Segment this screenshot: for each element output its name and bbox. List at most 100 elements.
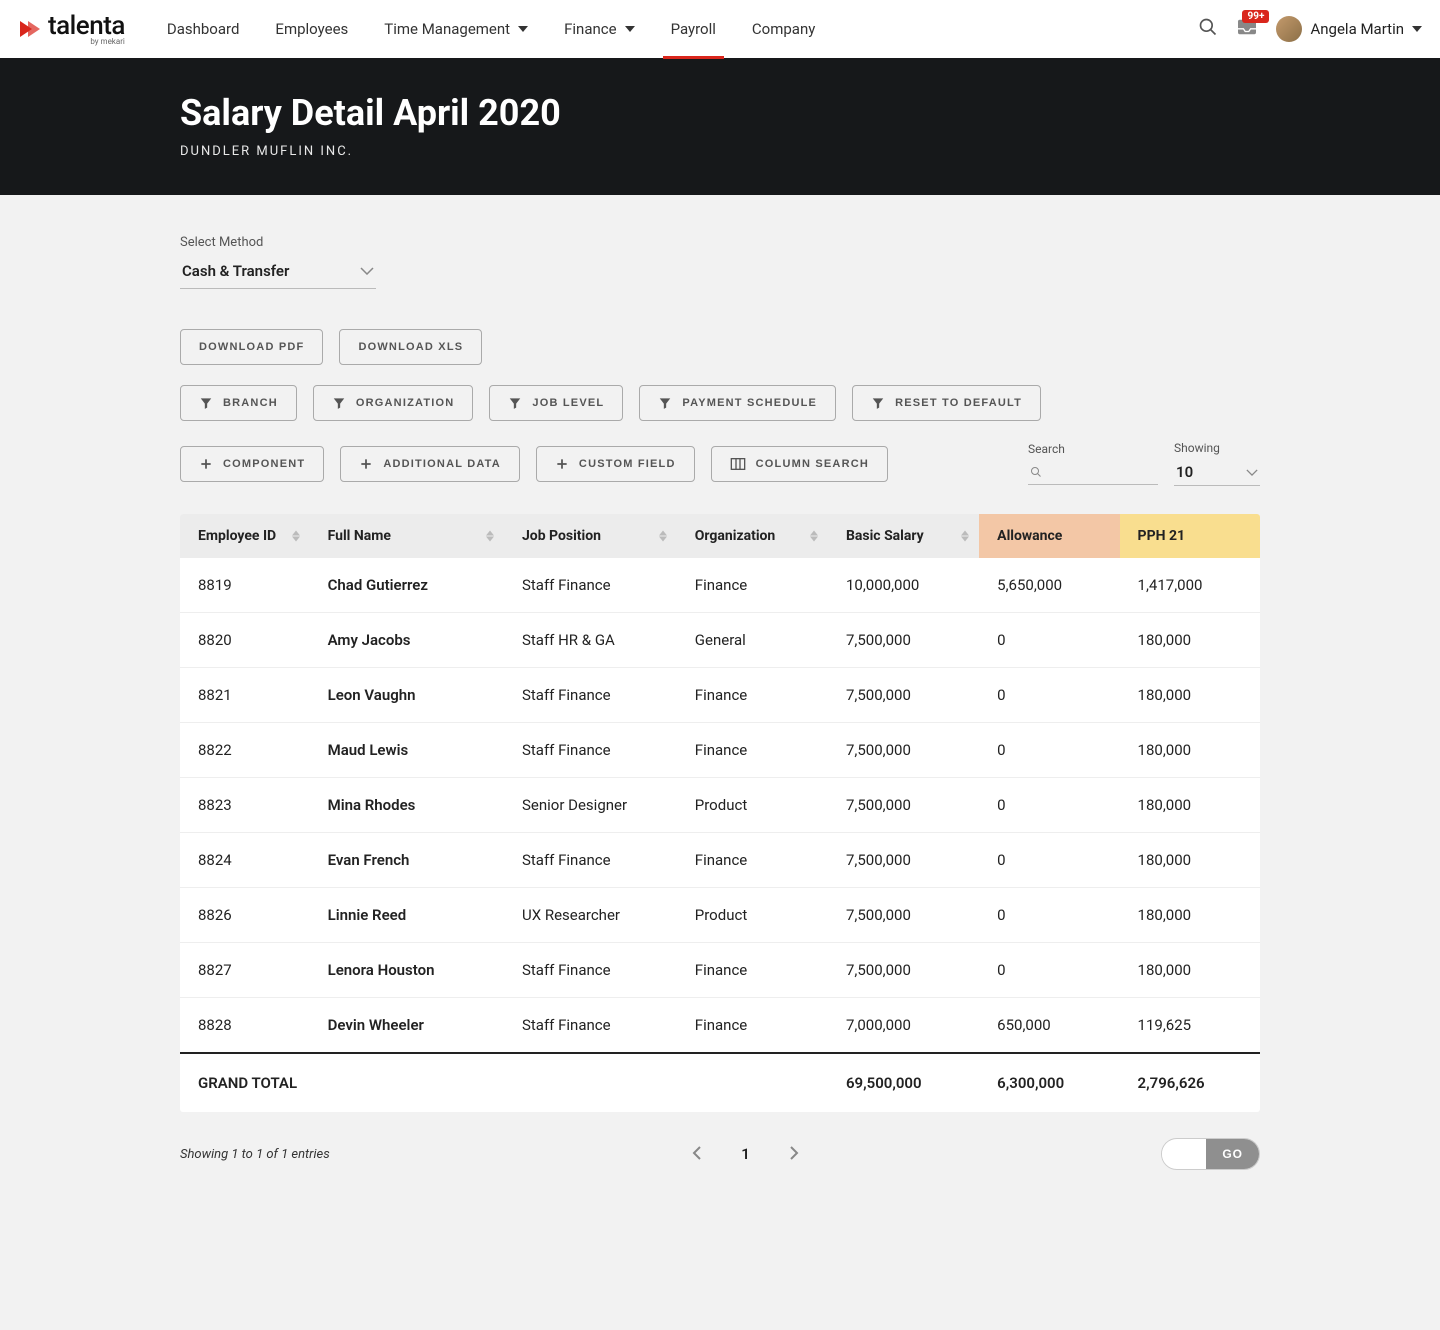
search-icon: [1198, 17, 1218, 37]
component-button[interactable]: COMPONENT: [180, 446, 324, 482]
cell-pph21: 180,000: [1120, 613, 1260, 668]
sort-icon: [810, 531, 818, 542]
select-method-label: Select Method: [180, 235, 1260, 250]
cell-employee-id: 8821: [180, 668, 310, 723]
filter-organization-button[interactable]: ORGANIZATION: [313, 385, 474, 421]
cell-basic-salary: 7,500,000: [828, 833, 979, 888]
user-menu[interactable]: Angela Martin: [1276, 16, 1422, 42]
download-xls-button[interactable]: DOWNLOAD XLS: [339, 329, 482, 365]
pagination-go: GO: [1161, 1138, 1260, 1170]
filter-branch-button[interactable]: BRANCH: [180, 385, 297, 421]
cell-allowance: 0: [979, 778, 1119, 833]
showing-dropdown[interactable]: 10: [1174, 459, 1260, 486]
nav-finance[interactable]: Finance: [564, 0, 634, 58]
cell-basic-salary: 7,500,000: [828, 943, 979, 998]
th-job-position[interactable]: Job Position: [504, 514, 677, 558]
cell-full-name: Evan French: [310, 833, 504, 888]
cell-employee-id: 8820: [180, 613, 310, 668]
pagination-next[interactable]: [790, 1145, 799, 1164]
cell-full-name: Linnie Reed: [310, 888, 504, 943]
logo[interactable]: talenta by mekari: [18, 13, 125, 46]
nav-time-management[interactable]: Time Management: [384, 0, 528, 58]
reset-filters-button[interactable]: RESET TO DEFAULT: [852, 385, 1041, 421]
additional-data-button[interactable]: ADDITIONAL DATA: [340, 446, 520, 482]
select-method-dropdown[interactable]: Cash & Transfer: [180, 256, 376, 289]
th-organization[interactable]: Organization: [677, 514, 828, 558]
table-row: 8827Lenora HoustonStaff FinanceFinance7,…: [180, 943, 1260, 998]
nav-payroll[interactable]: Payroll: [671, 0, 716, 58]
logo-icon: [18, 17, 42, 41]
nav-time-management-label: Time Management: [384, 20, 510, 38]
showing-value: 10: [1176, 463, 1193, 481]
search-input[interactable]: [1048, 464, 1156, 480]
cell-pph21: 180,000: [1120, 833, 1260, 888]
cell-basic-salary: 7,500,000: [828, 778, 979, 833]
page-title: Salary Detail April 2020: [180, 92, 1260, 134]
cell-organization: Finance: [677, 558, 828, 613]
sort-icon: [292, 531, 300, 542]
cell-employee-id: 8822: [180, 723, 310, 778]
cell-job-position: Staff Finance: [504, 723, 677, 778]
cell-organization: Finance: [677, 998, 828, 1054]
cell-full-name: Chad Gutierrez: [310, 558, 504, 613]
pagination-go-input[interactable]: [1162, 1141, 1206, 1168]
cell-employee-id: 8819: [180, 558, 310, 613]
cell-job-position: Staff Finance: [504, 998, 677, 1054]
cell-organization: Product: [677, 888, 828, 943]
sort-icon: [486, 531, 494, 542]
cell-job-position: Staff Finance: [504, 558, 677, 613]
showing-group: Showing 10: [1174, 441, 1260, 486]
th-pph21[interactable]: PPH 21: [1120, 514, 1260, 558]
pagination-prev[interactable]: [692, 1145, 701, 1164]
th-employee-id[interactable]: Employee ID: [180, 514, 310, 558]
search-button[interactable]: [1198, 17, 1218, 41]
grand-total-row: GRAND TOTAL 69,500,000 6,300,000 2,796,6…: [180, 1053, 1260, 1112]
cell-full-name: Amy Jacobs: [310, 613, 504, 668]
topbar: talenta by mekari Dashboard Employees Ti…: [0, 0, 1440, 58]
caret-down-icon: [625, 26, 635, 32]
table-row: 8826Linnie ReedUX ResearcherProduct7,500…: [180, 888, 1260, 943]
cell-basic-salary: 7,000,000: [828, 998, 979, 1054]
user-name: Angela Martin: [1310, 20, 1404, 38]
custom-field-button[interactable]: CUSTOM FIELD: [536, 446, 695, 482]
cell-organization: Finance: [677, 833, 828, 888]
cell-job-position: Senior Designer: [504, 778, 677, 833]
showing-label: Showing: [1174, 441, 1260, 455]
logo-text: talenta: [48, 13, 125, 39]
th-basic-salary[interactable]: Basic Salary: [828, 514, 979, 558]
download-pdf-button[interactable]: DOWNLOAD PDF: [180, 329, 323, 365]
cell-allowance: 0: [979, 668, 1119, 723]
chevron-right-icon: [790, 1146, 799, 1160]
filter-payment-schedule-button[interactable]: PAYMENT SCHEDULE: [639, 385, 836, 421]
nav-employees[interactable]: Employees: [275, 0, 348, 58]
cell-allowance: 5,650,000: [979, 558, 1119, 613]
cell-organization: Finance: [677, 723, 828, 778]
cell-pph21: 180,000: [1120, 723, 1260, 778]
sort-icon: [961, 531, 969, 542]
cell-pph21: 180,000: [1120, 778, 1260, 833]
cell-organization: Finance: [677, 668, 828, 723]
cell-basic-salary: 7,500,000: [828, 888, 979, 943]
cell-full-name: Devin Wheeler: [310, 998, 504, 1054]
grand-total-label: GRAND TOTAL: [180, 1053, 828, 1112]
nav-dashboard[interactable]: Dashboard: [167, 0, 240, 58]
notifications-button[interactable]: 99+: [1236, 18, 1258, 40]
plus-icon: [555, 457, 569, 471]
th-allowance[interactable]: Allowance: [979, 514, 1119, 558]
column-search-button[interactable]: COLUMN SEARCH: [711, 446, 888, 482]
chevron-down-icon: [1246, 469, 1258, 476]
page-subtitle: DUNDLER MUFLIN INC.: [180, 144, 1260, 159]
sort-icon: [659, 531, 667, 542]
filter-job-level-button[interactable]: JOB LEVEL: [489, 385, 623, 421]
cell-job-position: Staff Finance: [504, 668, 677, 723]
cell-pph21: 180,000: [1120, 888, 1260, 943]
grand-total-basic: 69,500,000: [828, 1053, 979, 1112]
th-full-name[interactable]: Full Name: [310, 514, 504, 558]
nav-company[interactable]: Company: [752, 0, 815, 58]
pagination-go-button[interactable]: GO: [1206, 1139, 1259, 1169]
table-row: 8823Mina RhodesSenior DesignerProduct7,5…: [180, 778, 1260, 833]
cell-pph21: 180,000: [1120, 943, 1260, 998]
cell-basic-salary: 7,500,000: [828, 613, 979, 668]
notification-badge: 99+: [1242, 10, 1269, 23]
grand-total-pph: 2,796,626: [1120, 1053, 1260, 1112]
